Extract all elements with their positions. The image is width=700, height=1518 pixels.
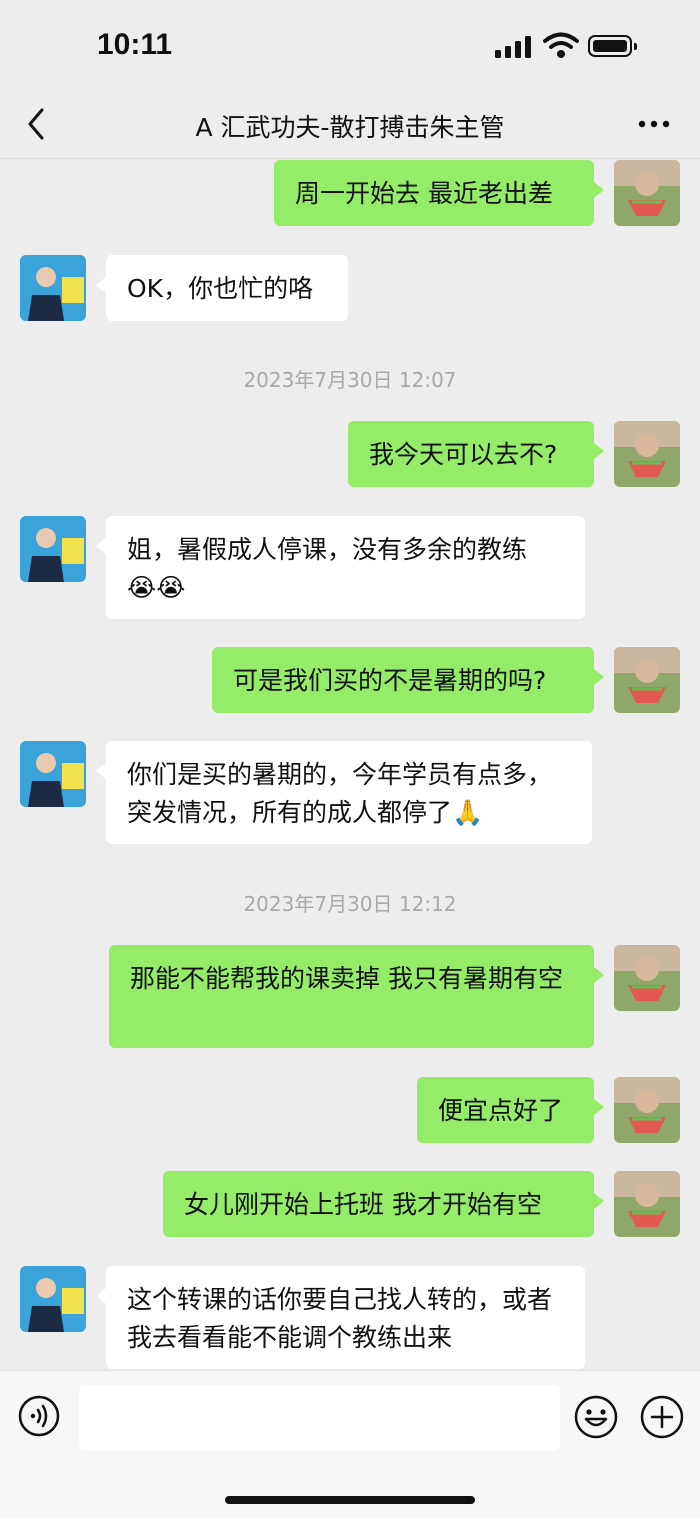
timestamp: 2023年7月30日 12:07 (243, 368, 457, 392)
message-text: 姐，暑假成人停课，没有多余的教练 (127, 535, 528, 564)
message-text: 那能不能帮我的课卖掉 我只有暑期有空 (130, 964, 563, 993)
plus-icon[interactable] (640, 1395, 684, 1439)
message-bubble-sent[interactable]: 我今天可以去不? (348, 421, 604, 487)
my-avatar[interactable] (614, 945, 680, 1011)
message-list[interactable]: 周一开始去 最近老出差 OK，你也忙的咯 2023年7月30日 12:07 我今… (0, 159, 700, 1370)
contact-avatar[interactable] (20, 516, 86, 582)
home-indicator (225, 1496, 475, 1504)
status-time: 10:11 (97, 28, 173, 61)
message-bubble-sent[interactable]: 周一开始去 最近老出差 (274, 160, 604, 226)
message-text: 周一开始去 最近老出差 (295, 179, 553, 208)
message-bubble-received[interactable]: OK，你也忙的咯 (96, 255, 348, 321)
message-bubble-sent[interactable]: 便宜点好了 (417, 1077, 604, 1143)
my-avatar[interactable] (614, 1077, 680, 1143)
chat-header: A 汇武功夫-散打搏击朱主管 (0, 90, 700, 159)
my-avatar[interactable] (614, 1171, 680, 1237)
input-bar (0, 1370, 700, 1518)
voice-input-icon[interactable] (18, 1395, 60, 1437)
my-avatar[interactable] (614, 421, 680, 487)
emoji-sticker: 😭😭 (127, 573, 186, 602)
timestamp: 2023年7月30日 12:12 (243, 892, 457, 916)
contact-avatar[interactable] (20, 1266, 86, 1332)
more-dots-icon[interactable] (632, 106, 676, 142)
status-bar: 10:11 (0, 0, 700, 90)
message-bubble-received[interactable]: 这个转课的话你要自己找人转的，或者我去看看能不能调个教练出来 (96, 1266, 585, 1369)
message-text: 便宜点好了 (438, 1096, 564, 1125)
contact-avatar[interactable] (20, 741, 86, 807)
emoji-sticker: 🙏 (452, 798, 484, 827)
emoji-icon[interactable] (574, 1395, 618, 1439)
message-text: 可是我们买的不是暑期的吗? (233, 666, 547, 695)
battery-icon (588, 35, 637, 57)
message-bubble-sent[interactable]: 可是我们买的不是暑期的吗? (212, 647, 604, 713)
chat-title: A 汇武功夫-散打搏击朱主管 (195, 113, 505, 142)
message-text: 这个转课的话你要自己找人转的，或者我去看看能不能调个教练出来 (127, 1285, 553, 1352)
my-avatar[interactable] (614, 647, 680, 713)
message-input[interactable] (79, 1385, 560, 1450)
message-text: OK，你也忙的咯 (127, 274, 314, 303)
message-bubble-sent[interactable]: 女儿刚开始上托班 我才开始有空 (163, 1171, 604, 1237)
message-text: 我今天可以去不? (369, 440, 558, 469)
cellular-signal-icon (495, 36, 535, 58)
contact-avatar[interactable] (20, 255, 86, 321)
message-text: 女儿刚开始上托班 我才开始有空 (184, 1190, 542, 1219)
message-bubble-received[interactable]: 你们是买的暑期的，今年学员有点多，突发情况，所有的成人都停了🙏 (96, 741, 592, 844)
message-bubble-sent[interactable]: 那能不能帮我的课卖掉 我只有暑期有空 (109, 945, 604, 1048)
wifi-icon (543, 32, 579, 58)
message-text: 你们是买的暑期的，今年学员有点多，突发情况，所有的成人都停了 (127, 760, 553, 827)
message-bubble-received[interactable]: 姐，暑假成人停课，没有多余的教练 😭😭 (96, 516, 585, 619)
my-avatar[interactable] (614, 160, 680, 226)
